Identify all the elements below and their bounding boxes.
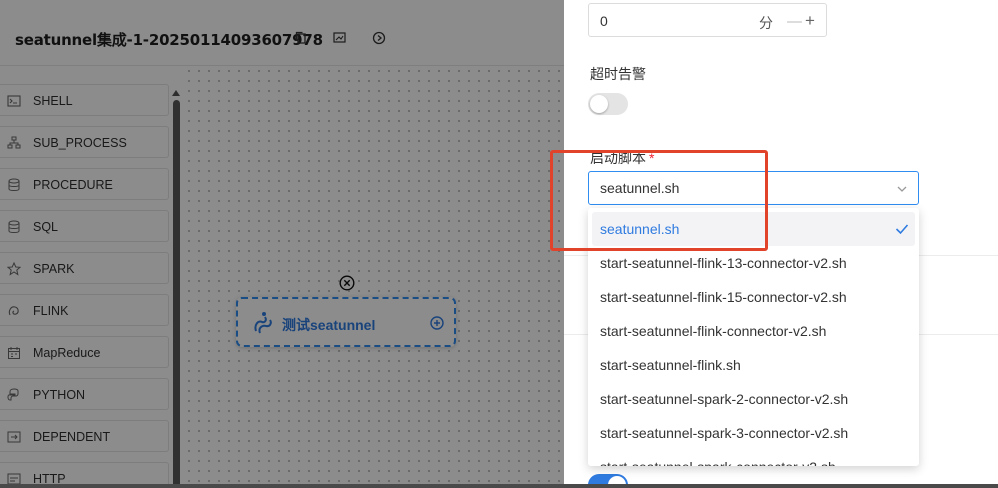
timeout-input[interactable]: 0 分 — + xyxy=(588,3,827,37)
timeout-alarm-switch[interactable] xyxy=(588,93,628,115)
dropdown-option-label: start-seatunnel-flink-13-connector-v2.sh xyxy=(600,255,847,271)
decrement-button[interactable]: — xyxy=(787,13,802,30)
dropdown-option[interactable]: start-seatunnel-spark-2-connector-v2.sh xyxy=(592,382,915,416)
timeout-alarm-label: 超时告警 xyxy=(590,66,646,82)
dropdown-option-label: start-seatunnel-flink.sh xyxy=(600,357,741,373)
increment-button[interactable]: + xyxy=(805,11,815,31)
check-icon xyxy=(895,224,909,235)
dropdown-option-label: start-seatunnel-spark-connector-v2.sh xyxy=(600,459,836,466)
dropdown-option-label: start-seatunnel-spark-3-connector-v2.sh xyxy=(600,425,849,441)
dropdown-option[interactable]: start-seatunnel-flink-13-connector-v2.sh xyxy=(592,246,915,280)
app-root: seatunnel集成-1-20250114093607978 SHELL SUB… xyxy=(0,0,998,488)
dropdown-option[interactable]: start-seatunnel-flink-connector-v2.sh xyxy=(592,314,915,348)
dropdown-option[interactable]: start-seatunnel-flink-15-connector-v2.sh xyxy=(592,280,915,314)
annotation-highlight xyxy=(550,150,768,251)
timeout-value: 0 xyxy=(600,13,608,29)
dropdown-option-label: start-seatunnel-flink-15-connector-v2.sh xyxy=(600,289,847,305)
dropdown-option-label: start-seatunnel-flink-connector-v2.sh xyxy=(600,323,827,339)
chevron-down-icon xyxy=(897,186,907,192)
dropdown-option-label: start-seatunnel-spark-2-connector-v2.sh xyxy=(600,391,849,407)
dropdown-option[interactable]: start-seatunnel-spark-connector-v2.sh xyxy=(592,450,915,466)
dropdown-option[interactable]: start-seatunnel-spark-3-connector-v2.sh xyxy=(592,416,915,450)
switch-knob xyxy=(590,95,608,113)
timeout-unit: 分 xyxy=(759,15,773,31)
modal-overlay[interactable] xyxy=(0,0,564,488)
dropdown-option[interactable]: start-seatunnel-flink.sh xyxy=(592,348,915,382)
window-bottom-edge xyxy=(0,484,998,488)
